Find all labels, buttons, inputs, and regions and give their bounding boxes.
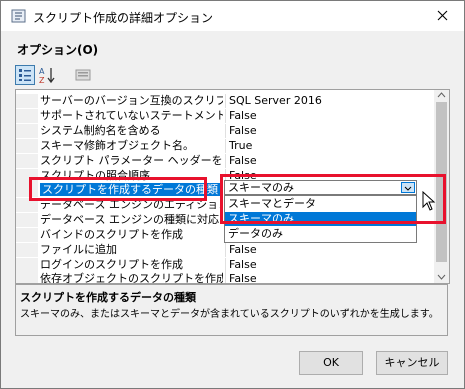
scroll-down-icon[interactable] [437,274,446,280]
property-row[interactable]: システム制約名を含める False [16,124,449,138]
categorized-icon[interactable] [15,65,35,85]
svg-text:A: A [39,67,45,76]
alphabetical-sort-icon[interactable]: A Z [37,65,57,85]
property-row[interactable]: ファイルに追加 False [16,243,449,257]
svg-text:Z: Z [39,76,45,85]
property-name: スクリプト パラメーター ヘッダーを含める [40,154,223,167]
advanced-scripting-options-dialog: スクリプト作成の詳細オプション オプション(O) A Z サーバーのバージョン互… [0,0,465,389]
cancel-button[interactable]: キャンセル [376,351,448,375]
property-name: サーバーのバージョン互換のスクリプト [40,94,223,107]
property-name: 依存オブジェクトのスクリプトを作成します [40,272,223,284]
property-row[interactable]: 依存オブジェクトのスクリプトを作成します False [16,272,449,284]
property-value[interactable]: SQL Server 2016 [229,94,434,108]
property-value[interactable]: False [229,109,434,123]
property-pages-icon[interactable] [73,65,93,85]
property-row[interactable]: サーバーのバージョン互換のスクリプト SQL Server 2016 [16,94,449,108]
description-panel: スクリプトを作成するデータの種類 スキーマのみ、またはスキーマとデータが含まれて… [15,284,448,336]
property-name: バインドのスクリプトを作成 [40,228,183,241]
property-name: システム制約名を含める [40,124,161,137]
close-icon[interactable] [421,1,464,31]
window-title: スクリプト作成の詳細オプション [33,11,214,25]
title-bar: スクリプト作成の詳細オプション [1,1,464,31]
ssms-app-icon [11,9,26,23]
property-value[interactable]: False [229,243,434,257]
annotation-highlight-box [29,177,207,201]
mouse-cursor-icon [422,191,436,211]
property-value[interactable]: False [229,124,434,138]
property-row[interactable]: ログインのスクリプトを作成 False [16,258,449,272]
options-label: オプション(O) [17,43,99,57]
property-name: サポートされていないステートメントを含む [40,109,223,122]
property-value[interactable]: True [229,139,434,153]
property-name: ログインのスクリプトを作成 [40,258,183,271]
property-row[interactable]: スクリプト パラメーター ヘッダーを含める False [16,154,449,168]
property-name: ファイルに追加 [40,243,117,256]
description-title: スクリプトを作成するデータの種類 [20,291,196,304]
property-value[interactable]: False [229,154,434,168]
property-name: スキーマ修飾オブジェクト名。 [40,139,194,152]
annotation-highlight-box [220,174,446,224]
dropdown-option[interactable]: データのみ [225,227,416,241]
property-value[interactable]: False [229,258,434,272]
property-row[interactable]: スキーマ修飾オブジェクト名。 True [16,139,449,153]
description-text: スキーマのみ、またはスキーマとデータが含まれているスクリプトのいずれかを生成しま… [20,309,439,320]
ok-button[interactable]: OK [299,351,363,375]
property-row[interactable]: サポートされていないステートメントを含む False [16,109,449,123]
property-value[interactable]: False [229,272,434,283]
property-name: データベース エンジンの種類に対応したスクリプト [40,213,223,226]
scroll-up-icon[interactable] [437,92,446,98]
